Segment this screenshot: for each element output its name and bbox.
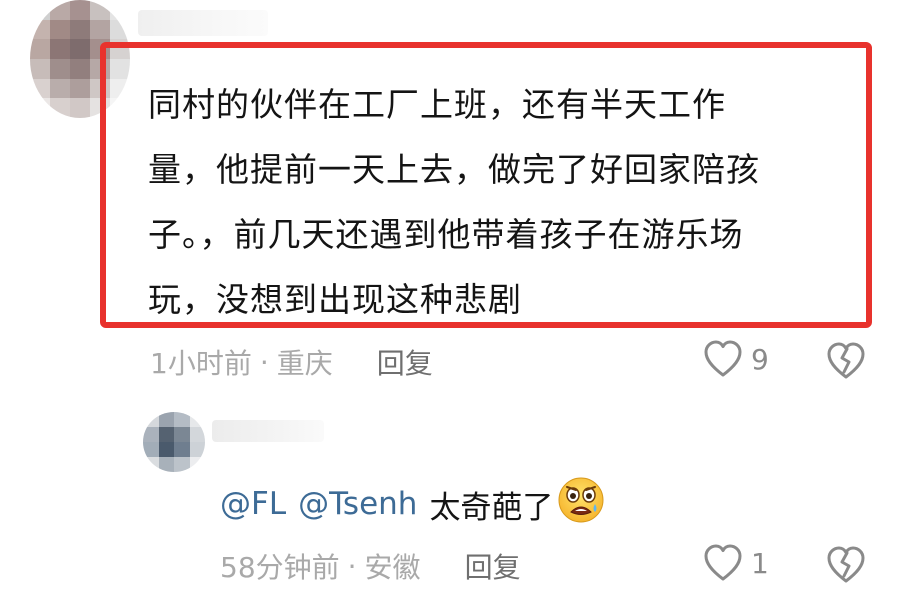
heart-outline-icon [704, 544, 742, 581]
mention-link[interactable]: @FL [220, 486, 286, 522]
avatar-blur [143, 412, 205, 472]
reply-time: 58分钟前 [220, 551, 340, 584]
comment-location: 重庆 [276, 347, 333, 380]
comment-time: 1小时前 [150, 347, 252, 380]
comment-line: 玩，没想到出现这种悲剧 [148, 280, 522, 319]
reply-meta: 58分钟前 · 安徽 回复 [220, 546, 521, 586]
avatar[interactable] [143, 412, 205, 472]
dislike-button[interactable] [826, 546, 866, 588]
dislike-button[interactable] [826, 342, 866, 384]
comment-line: 子。，前几天还遇到他带着孩子在游乐场 [148, 215, 744, 254]
like-button[interactable]: 1 [703, 544, 769, 582]
broken-heart-icon [827, 546, 865, 583]
mention-link[interactable]: @Tsenh [298, 486, 417, 522]
heart-outline-icon [704, 340, 742, 377]
reply-location: 安徽 [364, 551, 421, 584]
like-count: 1 [751, 546, 769, 580]
username-blurred[interactable] [212, 420, 324, 442]
distressed-face-emoji [557, 476, 605, 532]
reply-button[interactable]: 回复 [377, 342, 433, 382]
comment-body: 同村的伙伴在工厂上班，还有半天工作 量，他提前一天上去，做完了好回家陪孩 子。，… [148, 72, 848, 332]
reply-text: 太奇葩了 [429, 489, 554, 526]
like-count: 9 [751, 342, 769, 376]
comment-line: 量，他提前一天上去，做完了好回家陪孩 [148, 150, 760, 189]
broken-heart-icon [827, 342, 865, 379]
meta-separator: · [259, 345, 269, 379]
reply-body: @FL @Tsenh 太奇葩了 [220, 476, 605, 532]
meta-separator: · [347, 549, 357, 583]
username-blurred[interactable] [138, 10, 268, 36]
like-button[interactable]: 9 [703, 340, 769, 378]
reply-button[interactable]: 回复 [465, 546, 521, 586]
comment-line: 同村的伙伴在工厂上班，还有半天工作 [148, 85, 726, 124]
comment-meta: 1小时前 · 重庆 回复 [150, 342, 433, 382]
